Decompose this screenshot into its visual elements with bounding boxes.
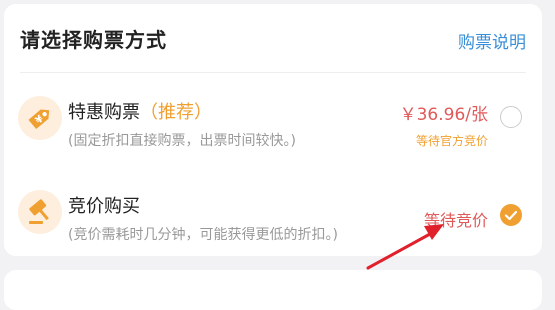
option-title: 竞价购买	[68, 196, 140, 217]
bid-icon-bg	[18, 190, 62, 234]
option-title: 特惠购票（推荐）	[68, 98, 212, 124]
ticket-help-link[interactable]: 购票说明	[458, 28, 526, 53]
checkmark-icon	[504, 210, 518, 221]
bid-status: 等待竞价	[423, 211, 488, 230]
radio-bid-purchase[interactable]	[500, 204, 522, 226]
option-title-text: 特惠购票	[68, 102, 140, 123]
discount-tag-icon: ¥	[28, 109, 50, 130]
header-divider	[20, 72, 526, 73]
price-status: 等待官方竞价	[415, 134, 488, 148]
auction-hammer-icon	[29, 199, 49, 224]
option-description: (竞价需耗时几分钟，可能获得更低的折扣。)	[68, 227, 338, 243]
discount-icon-bg: ¥	[18, 96, 62, 140]
ticket-method-card: 请选择购票方式 购票说明 ¥ 特惠购票（推荐） (固定折扣直接购票，出票时间较快…	[4, 4, 542, 256]
option-description: (固定折扣直接购票，出票时间较快。)	[68, 133, 296, 149]
ticket-price: ￥36.96/张	[399, 105, 488, 125]
section-title: 请选择购票方式	[20, 28, 167, 52]
recommend-tag: （推荐）	[140, 102, 212, 123]
radio-discount-ticket[interactable]	[500, 106, 522, 128]
next-card	[4, 270, 542, 310]
